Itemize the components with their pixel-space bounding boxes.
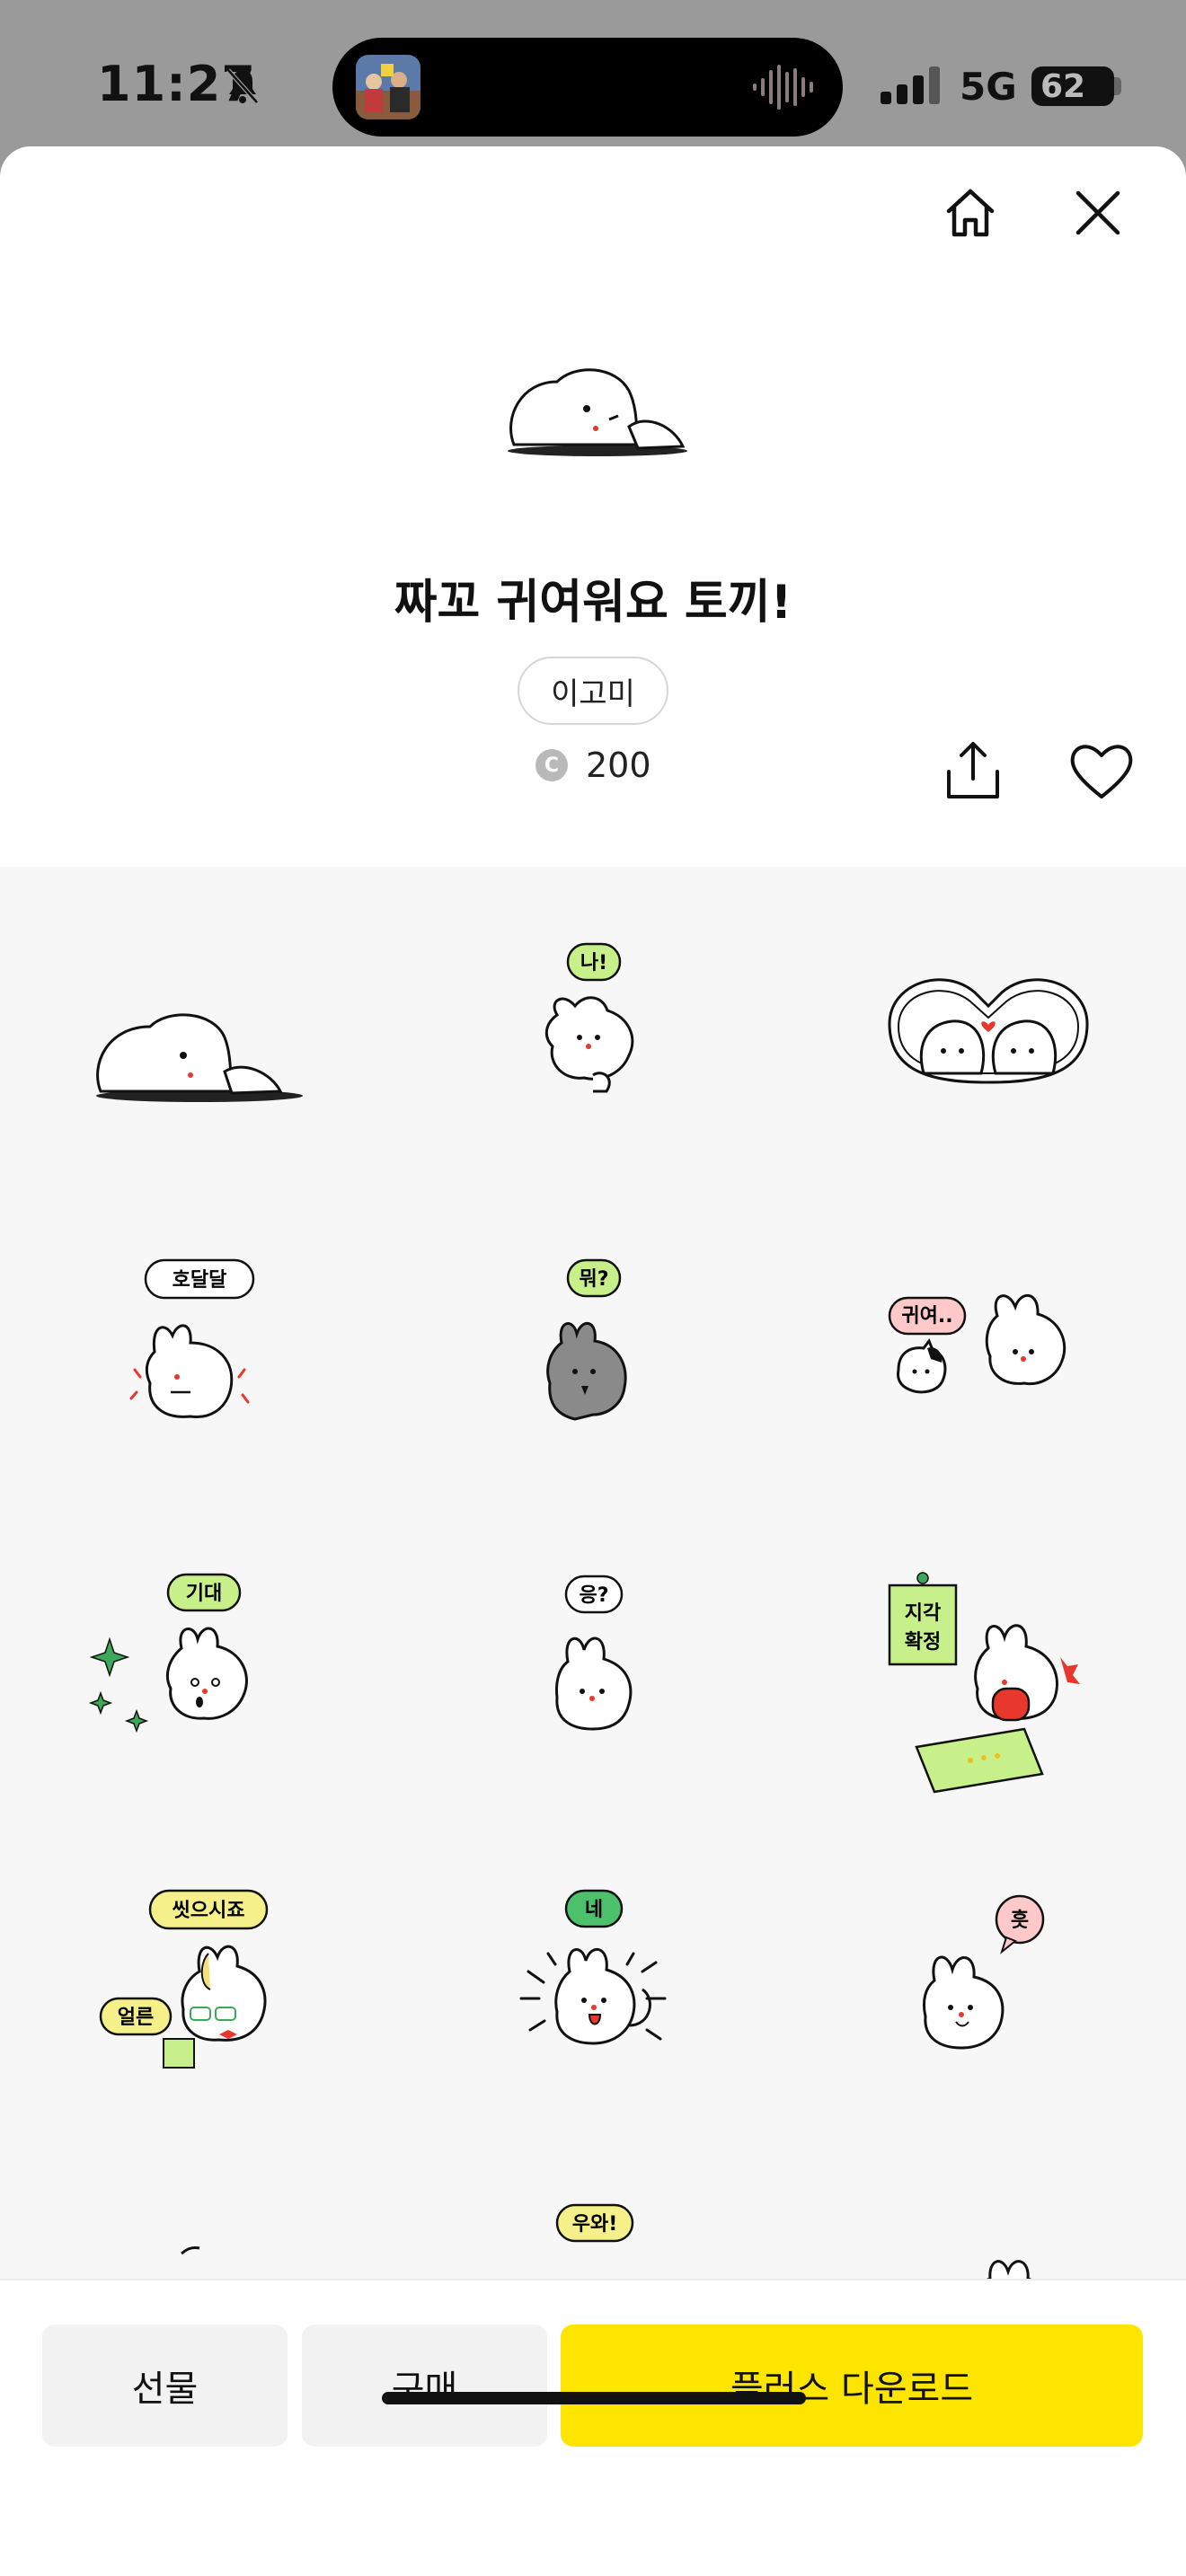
status-bar: 11:27 5G 62 <box>0 0 1186 148</box>
sticker-11-label: 네 <box>585 1899 603 1921</box>
home-icon[interactable] <box>942 184 999 242</box>
sticker-8[interactable]: 응? <box>458 1549 728 1819</box>
sticker-6-label: 귀여.. <box>901 1305 952 1328</box>
sticker-6[interactable]: 귀여.. <box>854 1235 1123 1504</box>
sticker-2-label: 나! <box>580 952 607 975</box>
price-value: 200 <box>586 745 651 785</box>
coin-icon: C <box>535 749 568 781</box>
sticker-grid: 나! 호달달 뭐? 귀여.. 기대 응? 지각 확정 씻으시죠 얼른 네 흣 우… <box>0 867 1186 2279</box>
sticker-14-label: 우와! <box>572 2213 618 2236</box>
plus-download-button[interactable]: 플러스 다운로드 <box>561 2325 1143 2447</box>
sticker-12-label: 흣 <box>1011 1910 1029 1932</box>
home-indicator[interactable] <box>382 2392 806 2404</box>
bottom-action-bar: 선물 구매 플러스 다운로드 <box>0 2279 1186 2576</box>
bell-muted-icon <box>226 68 259 104</box>
sticker-detail-sheet: 짜꼬 귀여워요 토끼! 이고미 C 200 나! 호달달 뭐? 귀여.. 기대 … <box>0 146 1186 2576</box>
sticker-4-label: 호달달 <box>173 1269 227 1292</box>
sticker-9-label-a: 지각 <box>905 1602 941 1625</box>
sticker-10-label-a: 씻으시죠 <box>173 1900 245 1922</box>
sticker-7[interactable]: 기대 <box>65 1549 334 1819</box>
sticker-9-label-b: 확정 <box>905 1631 941 1654</box>
now-playing-artwork <box>356 55 420 119</box>
sticker-11[interactable]: 네 <box>458 1864 728 2133</box>
sticker-9[interactable]: 지각 확정 <box>854 1549 1123 1819</box>
battery-level: 62 <box>1040 67 1086 105</box>
sticker-15[interactable] <box>854 2178 1123 2279</box>
sticker-3[interactable] <box>854 921 1123 1190</box>
heart-icon[interactable] <box>1067 739 1136 802</box>
battery-icon: 62 <box>1031 66 1114 106</box>
battery-cap <box>1114 77 1121 95</box>
sticker-4[interactable]: 호달달 <box>65 1235 334 1504</box>
sticker-13[interactable] <box>65 2178 334 2279</box>
pack-hero-sticker <box>508 368 687 456</box>
close-icon[interactable] <box>1069 184 1127 242</box>
sticker-10[interactable]: 씻으시죠 얼른 <box>65 1864 334 2133</box>
audio-wave-icon <box>753 65 813 110</box>
sticker-8-label: 응? <box>579 1584 608 1607</box>
network-type: 5G <box>960 65 1017 109</box>
sticker-7-label: 기대 <box>186 1583 222 1605</box>
sticker-5[interactable]: 뭐? <box>458 1235 728 1504</box>
share-icon[interactable] <box>943 739 1003 802</box>
pack-title: 짜꼬 귀여워요 토끼! <box>394 576 792 630</box>
gift-button[interactable]: 선물 <box>42 2325 288 2447</box>
author-chip[interactable]: 이고미 <box>518 657 668 725</box>
sticker-12[interactable]: 흣 <box>854 1864 1123 2133</box>
sticker-2[interactable]: 나! <box>458 921 728 1190</box>
signal-icon <box>881 66 940 104</box>
sticker-14[interactable]: 우와! <box>458 2178 728 2279</box>
dynamic-island[interactable] <box>332 38 843 137</box>
sticker-5-label: 뭐? <box>579 1268 608 1291</box>
buy-button[interactable]: 구매 <box>302 2325 547 2447</box>
sticker-10-label-b: 얼른 <box>118 2007 154 2029</box>
sticker-1[interactable] <box>65 921 334 1190</box>
price: C 200 <box>535 743 651 788</box>
